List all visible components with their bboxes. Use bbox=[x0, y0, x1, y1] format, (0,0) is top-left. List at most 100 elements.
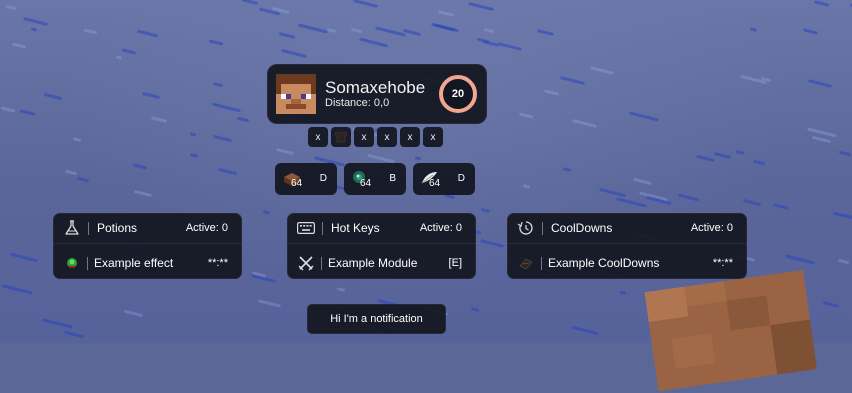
timer-icon bbox=[515, 219, 537, 237]
crossed-swords-icon bbox=[295, 254, 317, 272]
rain-streak bbox=[375, 26, 406, 37]
rain-streak bbox=[350, 27, 363, 34]
rain-streak bbox=[482, 40, 500, 47]
rain-streak bbox=[19, 109, 36, 116]
rain-streak bbox=[23, 17, 48, 26]
rain-streak bbox=[326, 27, 337, 34]
item-key: B bbox=[389, 173, 396, 184]
item-counters: 64 D 64 B 64 D bbox=[275, 163, 475, 195]
keyboard-icon bbox=[295, 219, 317, 237]
divider bbox=[87, 256, 88, 270]
hotkeys-title: Hot Keys bbox=[331, 221, 380, 235]
health-value: 20 bbox=[451, 88, 465, 100]
item-counter: 64 D bbox=[275, 163, 337, 195]
cooldowns-active-count: Active: 0 bbox=[690, 222, 733, 234]
rain-streak bbox=[189, 132, 197, 137]
potions-entry: Example effect **:** bbox=[53, 248, 242, 278]
item-key: D bbox=[457, 173, 465, 184]
rain-streak bbox=[483, 27, 495, 34]
rain-streak bbox=[83, 28, 98, 35]
potion-effect-name: Example effect bbox=[94, 256, 174, 270]
rain-streak bbox=[433, 23, 456, 32]
item-count: 64 bbox=[291, 178, 303, 189]
cooldown-name: Example CoolDowns bbox=[548, 256, 660, 270]
flask-icon bbox=[61, 219, 83, 237]
rain-streak bbox=[522, 184, 531, 189]
rain-streak bbox=[353, 0, 378, 8]
rain-streak bbox=[42, 318, 73, 329]
divider bbox=[541, 256, 542, 270]
notification-text: Hi I'm a notification bbox=[330, 313, 423, 325]
item-count: 64 bbox=[360, 178, 372, 189]
hotkeys-header: Hot Keys Active: 0 bbox=[287, 213, 476, 244]
armor-slot: x bbox=[377, 127, 397, 147]
rain-streak bbox=[813, 0, 830, 7]
rain-streak bbox=[837, 258, 850, 265]
rain-streak bbox=[414, 156, 422, 161]
rain-streak bbox=[599, 187, 626, 198]
rain-streak bbox=[336, 287, 346, 292]
target-distance: Distance: 0,0 bbox=[325, 97, 390, 109]
rain-streak bbox=[5, 4, 17, 11]
rain-streak bbox=[749, 27, 758, 32]
rain-streak bbox=[838, 150, 852, 157]
rain-streak bbox=[832, 211, 846, 218]
rain-streak bbox=[802, 28, 819, 35]
rain-streak bbox=[298, 23, 328, 34]
chestplate-icon bbox=[334, 131, 348, 143]
rain-streak bbox=[677, 193, 700, 202]
rain-streak bbox=[807, 79, 833, 88]
potion-effect-time: **:** bbox=[207, 257, 228, 269]
chestplate-icon bbox=[515, 254, 537, 272]
rain-streak bbox=[240, 0, 259, 6]
health-ring: 20 bbox=[439, 75, 477, 113]
player-head-icon bbox=[276, 74, 316, 114]
cooldowns-panel: CoolDowns Active: 0 Example CoolDowns **… bbox=[507, 213, 747, 279]
rain-streak bbox=[468, 1, 494, 12]
rain-streak bbox=[479, 239, 505, 248]
rain-streak bbox=[212, 134, 233, 143]
rain-streak bbox=[589, 66, 615, 75]
notification-toast[interactable]: Hi I'm a notification bbox=[307, 304, 446, 334]
rain-streak bbox=[616, 197, 647, 208]
rain-streak bbox=[257, 299, 282, 308]
rain-streak bbox=[2, 284, 33, 295]
rain-streak bbox=[150, 116, 168, 123]
rain-streak bbox=[275, 147, 295, 156]
rain-streak bbox=[212, 81, 224, 88]
potion-effect-icon bbox=[61, 254, 83, 272]
rain-streak bbox=[497, 42, 523, 51]
armor-slot: x bbox=[423, 127, 443, 147]
rain-streak bbox=[133, 189, 153, 198]
cooldowns-title: CoolDowns bbox=[551, 221, 613, 235]
rain-streak bbox=[212, 102, 241, 113]
rain-streak bbox=[63, 330, 85, 339]
target-hud: Somaxehobe Distance: 0,0 20 bbox=[267, 64, 487, 124]
rain-streak bbox=[518, 112, 534, 119]
rain-streak bbox=[543, 89, 560, 96]
hotkeys-entry: Example Module [E] bbox=[287, 248, 476, 278]
potions-panel: Potions Active: 0 Example effect **:** bbox=[53, 213, 242, 279]
rain-streak bbox=[632, 177, 653, 186]
hotkey-module-name: Example Module bbox=[328, 256, 418, 270]
rain-streak bbox=[136, 29, 159, 38]
rain-streak bbox=[480, 207, 491, 214]
rain-streak bbox=[11, 42, 27, 49]
item-counter: 64 D bbox=[413, 163, 475, 195]
rain-streak bbox=[470, 307, 480, 312]
potions-title: Potions bbox=[97, 221, 138, 235]
armor-slots: x x x x x bbox=[308, 127, 443, 147]
rain-streak bbox=[64, 169, 78, 176]
item-count: 64 bbox=[429, 178, 441, 189]
rain-streak bbox=[713, 151, 732, 160]
hotkey-binding: [E] bbox=[448, 257, 462, 269]
rain-streak bbox=[571, 325, 599, 336]
potions-header: Potions Active: 0 bbox=[53, 213, 242, 244]
armor-slot: x bbox=[400, 127, 420, 147]
rain-streak bbox=[132, 163, 148, 170]
rain-streak bbox=[695, 154, 716, 163]
divider bbox=[88, 221, 89, 235]
armor-slot: x bbox=[354, 127, 374, 147]
rain-streak bbox=[560, 76, 585, 85]
rain-streak bbox=[536, 28, 555, 37]
